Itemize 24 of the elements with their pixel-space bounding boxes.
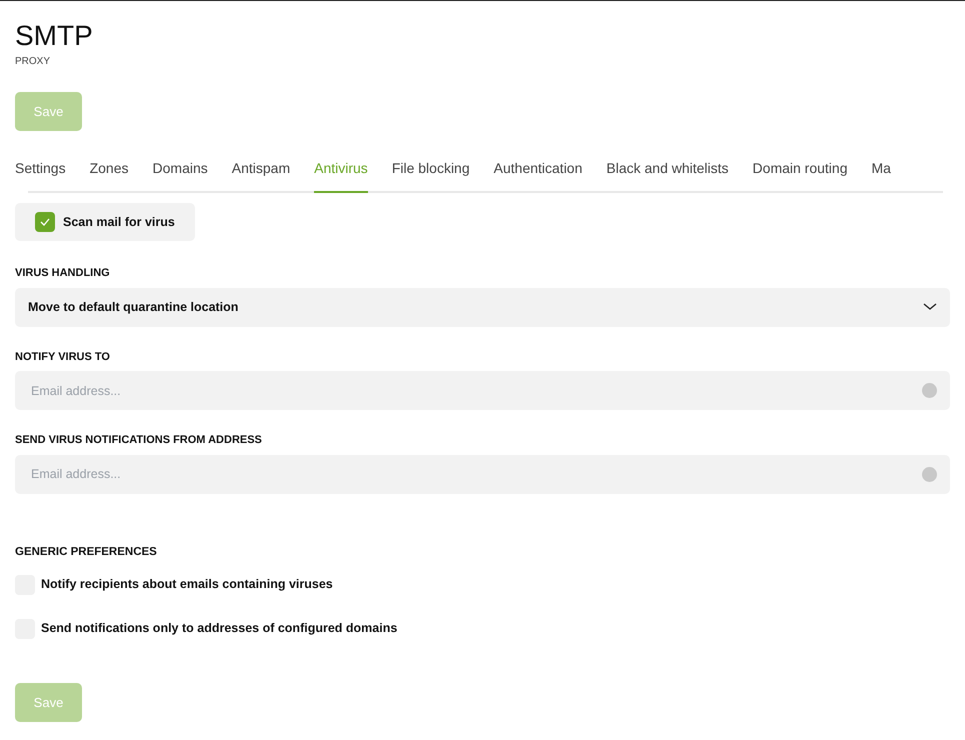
section-title: GENERIC PREFERENCES — [15, 544, 158, 560]
tab[interactable]: Authentication — [494, 158, 582, 193]
tab[interactable]: File blocking — [392, 158, 470, 193]
checkbox-label: Send notifications only to addresses of configured domains — [41, 620, 398, 638]
tab[interactable]: Ma — [871, 158, 891, 193]
tab[interactable]: Antispam — [232, 158, 290, 193]
field-label: VIRUS HANDLING — [15, 266, 111, 281]
email-field[interactable]: Email address... — [15, 371, 950, 410]
checkbox-label: Scan mail for virus — [63, 214, 175, 231]
email-field[interactable]: Email address... — [15, 454, 950, 494]
tab[interactable]: Settings — [15, 158, 66, 193]
checkbox-label: Notify recipients about emails containing viruses — [41, 576, 333, 594]
page-title: SMTP — [15, 22, 94, 50]
field-label: NOTIFY VIRUS TO — [15, 350, 111, 364]
checkbox[interactable] — [35, 212, 55, 232]
tab[interactable]: Zones — [90, 158, 129, 193]
tab[interactable]: Black and whitelists — [606, 158, 729, 193]
chevron-down-icon — [923, 303, 937, 311]
page-subtitle: PROXY — [15, 55, 52, 69]
tab[interactable]: Domain routing — [752, 158, 848, 193]
checkmark-icon — [40, 218, 50, 226]
field-label: SEND VIRUS NOTIFICATIONS FROM ADDRESS — [15, 433, 263, 448]
dropdown[interactable]: Move to default quarantine location — [15, 288, 950, 326]
tab[interactable]: Domains — [152, 158, 208, 193]
